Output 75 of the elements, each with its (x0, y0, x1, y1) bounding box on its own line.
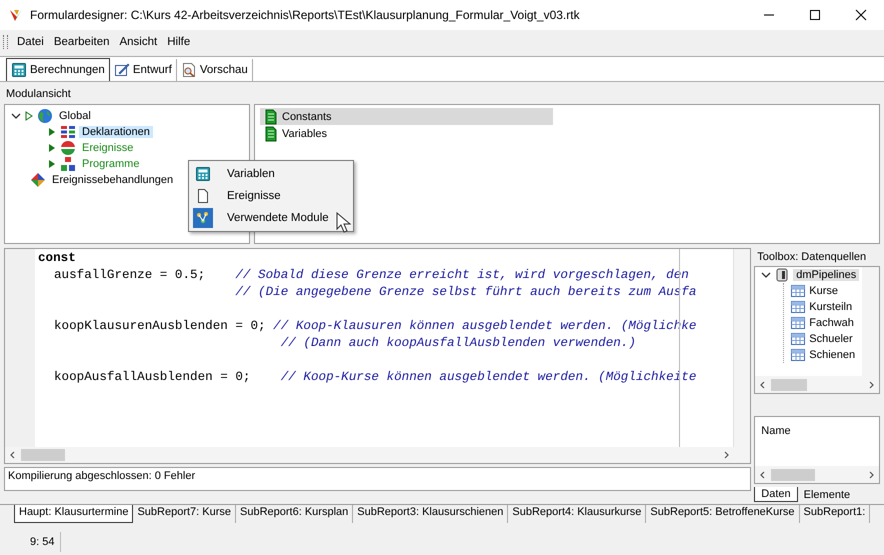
menu-item[interactable]: Datei (12, 34, 49, 50)
page-icon (195, 188, 211, 204)
tree-item[interactable]: Kursteiln (809, 301, 852, 313)
tree-item[interactable]: Ereignissebehandlungen (49, 174, 176, 186)
code-comment: // (Dann auch koopAusfallAusblenden verwenden.) (280, 335, 636, 352)
horizontal-scrollbar[interactable] (755, 376, 879, 393)
table-grid-icon (790, 315, 806, 331)
close-icon[interactable] (855, 9, 867, 21)
horizontal-scrollbar[interactable] (755, 466, 879, 483)
modules-icon (195, 210, 211, 226)
table-grid-icon (790, 331, 806, 347)
maximize-icon[interactable] (809, 9, 821, 21)
report-tab[interactable]: SubReport4: Klausurkurse (508, 505, 646, 523)
database-icon (774, 267, 790, 283)
calculator-icon (11, 62, 27, 78)
table-grid-icon (790, 347, 806, 363)
menu-item[interactable]: Bearbeiten (48, 34, 114, 50)
triangle-icon (24, 111, 34, 121)
scrollbar-thumb[interactable] (21, 449, 65, 461)
tree-item[interactable]: Ereignisse (79, 142, 136, 154)
globe-icon (37, 108, 53, 124)
code-comment: // (Die angegebene Grenze selbst führt auch bereits zum Ausfa (235, 284, 696, 301)
code-editor[interactable] (4, 248, 752, 464)
collapse-chevron-icon[interactable] (761, 270, 772, 280)
mouse-cursor-icon (336, 212, 354, 234)
code-keyword: const (37, 250, 76, 267)
calculator-icon (195, 166, 211, 182)
report-tab[interactable]: SubReport1: (800, 505, 870, 523)
report-tab[interactable]: SubReport3: Klausurschienen (353, 505, 508, 523)
tab[interactable]: Berechnungen (6, 58, 110, 81)
document-icon (263, 108, 279, 124)
code-text: koopAusfallAusblenden = 0; (53, 369, 250, 386)
code-text: koopKlausurenAusblenden = 0; (53, 318, 266, 335)
diamond-icon (30, 172, 46, 188)
menu-item[interactable]: Ereignisse (189, 185, 353, 207)
report-tab[interactable]: SubReport5: BetroffeneKurse (646, 505, 800, 523)
code-comment: // Koop-Kurse können ausgeblendet werden. (Möglichkeite (280, 369, 696, 386)
tree-item[interactable]: Kurse (809, 285, 838, 297)
tree-item[interactable]: Programme (79, 158, 142, 170)
tree-item[interactable]: Fachwah (809, 317, 854, 329)
window-title: Formulardesigner: C:\Kurs 42-Arbeitsverzeichnis\Reports\TEst\Klausurplanung_Formular_Voigt_v03.rtk (30, 8, 581, 22)
vertical-scrollbar[interactable] (862, 267, 879, 376)
tree-item[interactable]: Global (56, 110, 94, 122)
cursor-position: 9: 54 (0, 532, 62, 552)
tab[interactable]: Daten (754, 487, 798, 502)
table-grid-icon (790, 299, 806, 315)
tree-item[interactable]: dmPipelines (793, 269, 860, 281)
pencil-page-icon (114, 62, 130, 78)
tree-item[interactable]: Deklarationen (79, 126, 153, 138)
app-logo-icon (8, 7, 24, 23)
table-grid-icon (790, 283, 806, 299)
section-label: Modulansicht (5, 87, 72, 102)
code-comment: // Koop-Klausuren können ausgeblendet werden. (Möglichke (273, 318, 696, 335)
report-tab[interactable]: Haupt: Klausurtermine (14, 505, 134, 523)
table-icon (60, 124, 76, 140)
menu-item[interactable]: Ansicht (114, 34, 162, 50)
report-tab[interactable]: SubReport6: Kursplan (236, 505, 354, 523)
property-label: Name (760, 424, 792, 439)
blocks-icon (60, 156, 76, 172)
menu-item[interactable]: Variablen (189, 163, 353, 185)
list-item[interactable]: Constants (260, 108, 553, 125)
report-tab[interactable]: SubReport7: Kurse (133, 505, 236, 523)
tree-item[interactable]: Schienen (809, 349, 856, 361)
sphere-icon (60, 140, 76, 156)
collapse-chevron-icon[interactable] (11, 111, 21, 121)
magnifier-page-icon (180, 62, 197, 78)
menu-item[interactable]: Hilfe (162, 34, 196, 50)
list-item[interactable]: Variables (260, 125, 553, 142)
compile-message: Kompilierung abgeschlossen: 0 Fehler (4, 467, 752, 491)
code-text: ausfallGrenze = 0.5; (53, 267, 206, 284)
document-icon (263, 126, 279, 142)
tab[interactable]: Elemente (798, 488, 856, 502)
toolbox-title: Toolbox: Datenquellen (756, 250, 868, 265)
menu-item[interactable]: Verwendete Module (189, 207, 353, 229)
tree-item[interactable]: Schueler (809, 333, 853, 345)
